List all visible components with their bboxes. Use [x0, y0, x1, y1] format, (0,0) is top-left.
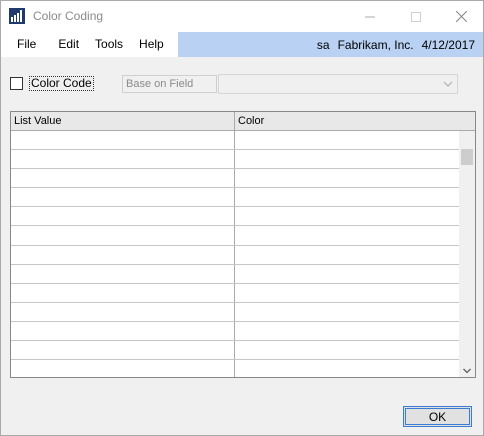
menu-items: File Edit Tools Help [1, 32, 178, 57]
close-icon [455, 11, 467, 22]
list-value-cell[interactable] [11, 226, 235, 245]
color-cell[interactable] [235, 207, 459, 225]
list-value-cell[interactable] [11, 150, 235, 169]
list-value-cell[interactable] [11, 302, 235, 321]
color-cell[interactable] [235, 188, 459, 206]
color-cell[interactable] [235, 303, 459, 321]
table-row[interactable] [11, 169, 459, 189]
color-cell[interactable] [235, 226, 459, 244]
minimize-button[interactable] [347, 1, 393, 32]
table-row[interactable] [11, 150, 459, 170]
color-coding-window: Color Coding File Edit Tools Help sa Fab… [0, 0, 484, 436]
table-row[interactable] [11, 283, 459, 303]
column-header-color[interactable]: Color [235, 112, 459, 130]
maximize-button[interactable] [393, 1, 439, 32]
color-code-checkbox[interactable] [10, 77, 23, 90]
color-cell[interactable] [235, 246, 459, 264]
vertical-scrollbar[interactable] [459, 131, 475, 377]
table-row[interactable] [11, 321, 459, 342]
list-value-cell[interactable] [11, 131, 235, 150]
base-on-field-select[interactable] [218, 74, 458, 94]
color-cell[interactable] [235, 284, 459, 302]
color-cell[interactable] [235, 169, 459, 187]
column-header-list-value[interactable]: List Value [11, 112, 235, 130]
scroll-down-arrow-icon[interactable] [463, 368, 471, 374]
list-value-cell[interactable] [11, 341, 235, 360]
grid-rows [11, 131, 459, 377]
table-row[interactable] [11, 264, 459, 284]
color-cell[interactable] [235, 341, 459, 359]
table-row[interactable] [11, 207, 459, 227]
list-value-cell[interactable] [11, 360, 235, 377]
list-value-cell[interactable] [11, 169, 235, 188]
color-cell[interactable] [235, 150, 459, 168]
table-row[interactable] [11, 245, 459, 265]
chevron-down-icon [443, 81, 453, 87]
minimize-icon [365, 16, 375, 17]
ok-button[interactable]: OK [403, 406, 472, 427]
ok-button-label: OK [428, 409, 447, 424]
color-list-grid: List Value Color [10, 111, 476, 378]
color-cell[interactable] [235, 322, 459, 340]
list-value-cell[interactable] [11, 264, 235, 283]
color-cell[interactable] [235, 131, 459, 149]
table-row[interactable] [11, 302, 459, 322]
title-bar: Color Coding [1, 1, 483, 32]
table-row[interactable] [11, 226, 459, 246]
table-row[interactable] [11, 188, 459, 208]
grid-header: List Value Color [11, 112, 475, 131]
scrollbar-thumb[interactable] [461, 149, 473, 165]
list-value-cell[interactable] [11, 245, 235, 264]
list-value-cell[interactable] [11, 188, 235, 207]
close-button[interactable] [438, 1, 484, 32]
session-info: sa Fabrikam, Inc. 4/12/2017 [178, 32, 483, 57]
menu-help[interactable]: Help [131, 32, 172, 57]
list-value-cell[interactable] [11, 283, 235, 302]
list-value-cell[interactable] [11, 207, 235, 226]
color-cell[interactable] [235, 360, 459, 377]
list-value-cell[interactable] [11, 321, 235, 341]
base-on-field-label: Base on Field [122, 75, 217, 93]
menu-file[interactable]: File [1, 32, 50, 57]
app-chart-icon [9, 8, 25, 24]
menu-tools[interactable]: Tools [87, 32, 131, 57]
user-date: 4/12/2017 [421, 37, 475, 52]
menu-bar: File Edit Tools Help sa Fabrikam, Inc. 4… [1, 32, 483, 57]
company-name: Fabrikam, Inc. [337, 37, 414, 52]
color-cell[interactable] [235, 265, 459, 283]
color-code-label[interactable]: Color Code [29, 76, 94, 91]
menu-edit[interactable]: Edit [50, 32, 87, 57]
user-id: sa [316, 37, 330, 52]
table-row[interactable] [11, 360, 459, 377]
maximize-icon [411, 11, 421, 22]
table-row[interactable] [11, 131, 459, 151]
table-row[interactable] [11, 341, 459, 361]
window-title: Color Coding [33, 9, 104, 23]
